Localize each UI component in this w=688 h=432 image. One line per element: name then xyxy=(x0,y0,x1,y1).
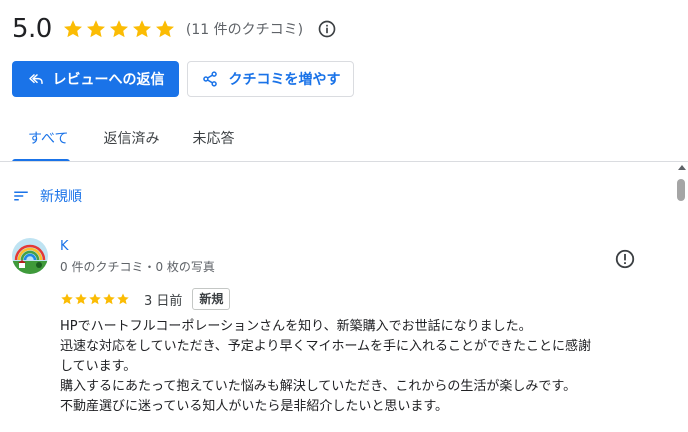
reply-to-reviews-button[interactable]: レビューへの返信 xyxy=(12,61,179,97)
review-date: 3 日前 xyxy=(144,293,183,309)
rainbow-avatar-icon xyxy=(12,238,48,274)
tab-replied[interactable]: 返信済み xyxy=(103,118,159,162)
rating-summary: 5.0 (11 件のクチコミ) xyxy=(12,14,337,44)
scroll-up-arrow-icon[interactable] xyxy=(678,165,686,170)
star-icon xyxy=(75,293,87,305)
star-icon xyxy=(63,20,82,38)
rating-score: 5.0 xyxy=(12,14,52,44)
get-more-reviews-label: クチコミを増やす xyxy=(228,72,341,88)
tab-unanswered[interactable]: 未応答 xyxy=(192,118,234,162)
info-icon[interactable] xyxy=(317,19,337,39)
review-rating-row: 3 日前 新規 xyxy=(60,288,231,310)
rating-stars xyxy=(62,18,176,40)
star-icon xyxy=(86,20,105,38)
review-filter-tabs: すべて 返信済み 未応答 xyxy=(12,118,234,162)
review-count: (11 件のクチコミ) xyxy=(185,22,304,38)
review-text: HPでハートフルコーポレーションさんを知り、新築購入でお世話になりました。 迅速… xyxy=(60,317,660,417)
review-text-line: 迅速な対応をしていただき、予定より早くマイホームを手に入れることができたことに感… xyxy=(60,339,592,354)
star-icon xyxy=(155,20,174,38)
sort-selector[interactable]: 新規順 xyxy=(12,186,82,206)
report-exclamation-icon[interactable] xyxy=(614,248,636,270)
tab-all[interactable]: すべて xyxy=(12,118,71,162)
reviewer-meta: 0 件のクチコミ・0 枚の写真 xyxy=(60,260,215,274)
reply-to-reviews-label: レビューへの返信 xyxy=(52,72,165,88)
sort-label: 新規順 xyxy=(40,189,82,205)
new-badge: 新規 xyxy=(192,288,231,310)
get-more-reviews-button[interactable]: クチコミを増やす xyxy=(187,61,354,97)
star-icon xyxy=(117,293,129,305)
star-icon xyxy=(109,20,128,38)
sort-lines-icon xyxy=(14,191,28,201)
star-icon xyxy=(61,293,73,305)
review-text-line: 不動産選びに迷っている知人がいたら是非紹介したいと思います。 xyxy=(60,399,449,414)
reviewer-name[interactable]: K xyxy=(60,239,69,254)
share-icon xyxy=(202,71,217,87)
action-buttons: レビューへの返信 クチコミを増やす xyxy=(12,61,354,97)
reply-arrow-icon xyxy=(28,73,43,84)
star-icon xyxy=(103,293,115,305)
review-text-line: HPでハートフルコーポレーションさんを知り、新築購入でお世話になりました。 xyxy=(60,319,532,334)
scroll-thumb[interactable] xyxy=(677,179,685,201)
tabs-divider xyxy=(0,161,688,162)
avatar[interactable] xyxy=(12,238,48,274)
review-stars xyxy=(60,292,130,306)
star-icon xyxy=(132,20,151,38)
scrollbar[interactable] xyxy=(675,165,688,432)
review-text-line: しています。 xyxy=(60,359,137,374)
review-text-line: 購入するにあたって抱えていた悩みも解決していただき、これからの生活が楽しみです。 xyxy=(60,379,577,394)
star-icon xyxy=(89,293,101,305)
